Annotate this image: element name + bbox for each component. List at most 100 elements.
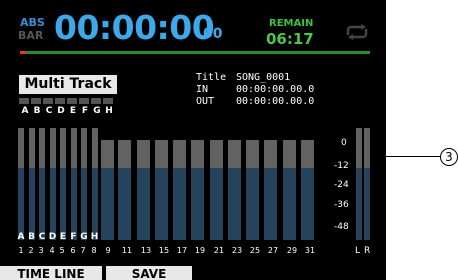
meter-level (28, 168, 35, 240)
bar-label: BAR (18, 29, 44, 42)
callout-number: 3 (440, 148, 458, 166)
track-indicator (91, 98, 101, 104)
meter-level (264, 168, 277, 240)
repeat-icon (346, 24, 368, 40)
meter-headroom (39, 128, 45, 168)
meter-level (49, 168, 56, 240)
meter-headroom (191, 140, 204, 168)
meter-headroom (228, 140, 241, 168)
track-indicator (43, 98, 53, 104)
time-counter: 00:00:00 (54, 8, 215, 47)
channel-number: 25 (249, 246, 261, 255)
recorder-screen: ABS BAR 00:00:00 00 REMAIN 06:17 Multi T… (0, 0, 386, 280)
track-letter: D (57, 106, 65, 116)
track-indicator (67, 98, 77, 104)
track-indicator (31, 98, 41, 104)
meter-level (39, 168, 45, 240)
stereo-label: R (364, 246, 371, 256)
track-letter: B (33, 106, 41, 116)
in-point: 00:00:00.00.0 (236, 84, 315, 95)
meter-level (283, 168, 296, 240)
meter-headroom (18, 128, 24, 168)
channel-number: 9 (105, 246, 111, 255)
track-letter: E (69, 106, 77, 116)
channel-number: 13 (140, 246, 152, 255)
meter-level (356, 168, 362, 240)
meter-headroom (137, 140, 150, 168)
meter-level (118, 168, 131, 240)
db-scale-label: -24 (334, 180, 349, 190)
track-indicator (55, 98, 65, 104)
track-letter: H (105, 106, 113, 116)
meter-headroom (91, 128, 98, 168)
meter-headroom (118, 140, 131, 168)
meter-level (210, 168, 223, 240)
info-key: Title (196, 72, 227, 83)
meter-level (228, 168, 241, 240)
meter-level (91, 168, 98, 240)
meter-level (155, 168, 168, 240)
db-scale-label: -12 (334, 161, 349, 171)
song-title: SONG_0001 (236, 72, 291, 83)
meter-level (81, 168, 87, 240)
meter-headroom (246, 140, 259, 168)
meter-level (60, 168, 66, 240)
meter-headroom (301, 140, 314, 168)
db-scale-label: 0 (341, 138, 347, 148)
info-key: OUT (196, 96, 215, 107)
meter-headroom (28, 128, 35, 168)
meter-headroom (264, 140, 277, 168)
track-letter: C (45, 106, 53, 116)
channel-number: 11 (121, 246, 133, 255)
meter-level (70, 168, 77, 240)
meter-level (101, 168, 114, 240)
meter-headroom (49, 128, 56, 168)
remain-label: REMAIN (269, 18, 314, 29)
track-indicator (103, 98, 113, 104)
meter-headroom (81, 128, 87, 168)
channel-number: 23 (231, 246, 243, 255)
track-letter: F (81, 106, 89, 116)
position-bar (20, 51, 370, 54)
meter-headroom (173, 140, 186, 168)
channel-number: 15 (158, 246, 170, 255)
remain-time: 06:17 (266, 30, 314, 48)
meter-headroom (101, 140, 114, 168)
meter-level (173, 168, 186, 240)
multi-track-button[interactable]: Multi Track (19, 75, 117, 94)
meter-level (301, 168, 314, 240)
callout-line (370, 156, 440, 157)
channel-number: 31 (304, 246, 316, 255)
out-point: 00:00:00.00.0 (236, 96, 315, 107)
meter-level (18, 168, 24, 240)
channel-number: 19 (194, 246, 206, 255)
meter-headroom (283, 140, 296, 168)
channel-number: 17 (176, 246, 188, 255)
meter-headroom (364, 128, 370, 168)
info-key: IN (196, 84, 209, 95)
time-line-button[interactable]: TIME LINE (0, 266, 102, 280)
meter-headroom (155, 140, 168, 168)
meter-level (137, 168, 150, 240)
stereo-label: L (355, 246, 361, 256)
position-marker (20, 51, 26, 54)
meter-track-letter: H (90, 232, 99, 242)
track-letter: A (21, 106, 29, 116)
channel-number: 8 (91, 246, 97, 255)
time-frames: 00 (203, 26, 223, 42)
track-letter: G (93, 106, 101, 116)
save-button[interactable]: SAVE (106, 266, 192, 280)
meter-headroom (70, 128, 77, 168)
channel-number: 21 (213, 246, 225, 255)
db-scale-label: -48 (334, 222, 349, 232)
channel-number: 29 (286, 246, 298, 255)
meter-level (246, 168, 259, 240)
track-indicator (19, 98, 29, 104)
meter-level (364, 168, 370, 240)
meter-level (191, 168, 204, 240)
meter-headroom (356, 128, 362, 168)
meter-headroom (60, 128, 66, 168)
db-scale-label: -36 (334, 200, 349, 210)
abs-label: ABS (20, 16, 45, 29)
track-indicator (79, 98, 89, 104)
